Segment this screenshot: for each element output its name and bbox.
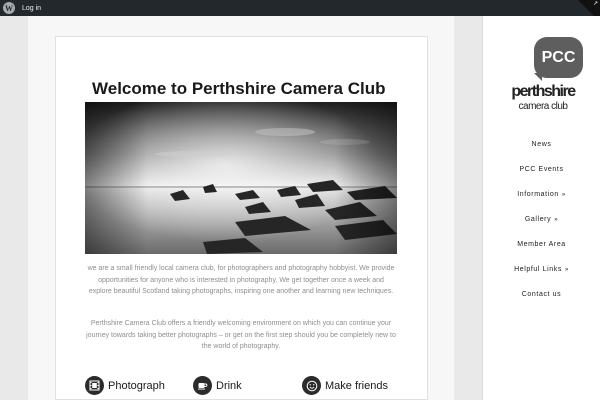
nav-item-gallery[interactable]: Gallery»	[483, 216, 600, 223]
nav-label: Information	[517, 191, 559, 198]
nav-label: Gallery	[524, 216, 552, 223]
logo-text-perthshire: perthshire	[511, 83, 576, 100]
nav-item-news[interactable]: News	[483, 141, 600, 148]
nav-label: Member Area	[517, 241, 566, 248]
logo-text-camera-club: camera club	[518, 101, 568, 112]
nav-label: PCC Events	[519, 166, 564, 173]
feature-label: Make friends	[325, 379, 388, 392]
nav-item-contact-us[interactable]: Contact us	[483, 291, 600, 298]
nav-label: News	[531, 141, 552, 148]
feature-label: Photograph	[108, 379, 165, 392]
chevron-down-icon: »	[564, 267, 569, 273]
feature-make-friends: Make friends	[302, 376, 388, 395]
nav-item-helpful-links[interactable]: Helpful Links»	[483, 266, 600, 273]
chevron-down-icon: »	[554, 217, 559, 223]
logo-bubble: PCC	[534, 37, 583, 78]
intro-paragraph: we are a small friendly local camera clu…	[87, 265, 395, 295]
nav-label: Helpful Links	[514, 266, 562, 273]
login-link[interactable]: Log in	[22, 5, 41, 12]
nav-item-pcc-events[interactable]: PCC Events	[483, 166, 600, 173]
coffee-cup-icon	[193, 376, 212, 395]
offer-paragraph: Perthshire Camera Club offers a friendly…	[86, 320, 396, 350]
feature-drink: Drink	[193, 376, 242, 395]
nav-label: Contact us	[521, 291, 562, 298]
nav-item-information[interactable]: Information»	[483, 191, 600, 198]
page-title: Welcome to Perthshire Camera Club	[92, 79, 386, 98]
hero-image	[85, 102, 397, 254]
logo-bubble-tail	[534, 73, 542, 81]
arrow-icon: ↗	[592, 1, 598, 7]
film-icon	[85, 376, 104, 395]
feature-label: Drink	[216, 379, 242, 392]
wordpress-icon[interactable]: W	[3, 2, 15, 14]
site-logo[interactable]: PCC perthshire camera club	[503, 37, 583, 117]
admin-bar: W Log in	[0, 0, 600, 16]
feature-photograph: Photograph	[85, 376, 165, 395]
smiley-icon	[302, 376, 321, 395]
nav-item-member-area[interactable]: Member Area	[483, 241, 600, 248]
chevron-down-icon: »	[561, 192, 566, 198]
